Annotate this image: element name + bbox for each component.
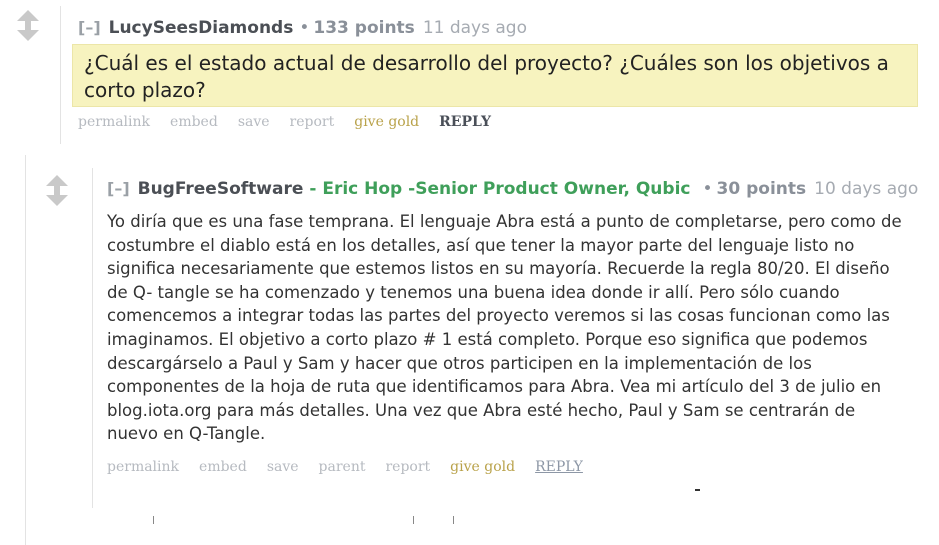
score: 133 points — [313, 18, 415, 38]
scan-mark — [413, 516, 414, 524]
save-link[interactable]: save — [267, 459, 299, 475]
comment-actions: permalink embed save report give gold RE… — [78, 114, 511, 130]
vote-stem — [25, 21, 31, 30]
comment-thread: [–] LucySeesDiamonds • 133 points 11 day… — [0, 0, 939, 545]
bullet: • — [299, 18, 310, 38]
comment-tagline: [–] LucySeesDiamonds • 133 points 11 day… — [78, 18, 527, 38]
thread-line — [60, 6, 61, 144]
comment-body: Yo diría que es una fase temprana. El le… — [107, 212, 902, 444]
vote-stem — [54, 186, 60, 195]
vote-arrows — [42, 175, 72, 206]
give-gold-link[interactable]: give gold — [450, 459, 515, 475]
permalink-link[interactable]: permalink — [78, 114, 150, 130]
downvote-icon[interactable] — [17, 30, 39, 41]
scan-mark — [695, 489, 700, 491]
comment-body: ¿Cuál es el estado actual de desarrollo … — [84, 51, 889, 102]
thread-line-nested — [25, 155, 26, 545]
reply-link[interactable]: REPLY — [535, 459, 583, 475]
timestamp: 11 days ago — [422, 18, 527, 38]
comment-tagline: [–] BugFreeSoftware - Eric Hop -Senior P… — [107, 179, 918, 199]
downvote-icon[interactable] — [46, 195, 68, 206]
report-link[interactable]: report — [290, 114, 335, 130]
reply-link[interactable]: REPLY — [439, 114, 491, 130]
vote-arrows — [13, 10, 43, 41]
timestamp: 10 days ago — [814, 179, 919, 199]
bullet: • — [702, 179, 713, 199]
upvote-icon[interactable] — [17, 10, 39, 21]
save-link[interactable]: save — [238, 114, 270, 130]
thread-line-child — [92, 168, 93, 508]
embed-link[interactable]: embed — [170, 114, 218, 130]
scan-mark — [153, 516, 154, 524]
collapse-toggle[interactable]: [–] — [107, 179, 130, 198]
score: 30 points — [716, 179, 807, 199]
upvote-icon[interactable] — [46, 175, 68, 186]
embed-link[interactable]: embed — [199, 459, 247, 475]
report-link[interactable]: report — [385, 459, 430, 475]
permalink-link[interactable]: permalink — [107, 459, 179, 475]
comment-actions: permalink embed save parent report give … — [107, 459, 603, 475]
user-flair: - Eric Hop -Senior Product Owner, Qubic — [309, 179, 691, 199]
parent-link[interactable]: parent — [319, 459, 366, 475]
collapse-toggle[interactable]: [–] — [78, 18, 101, 37]
author-link[interactable]: BugFreeSoftware — [138, 179, 304, 199]
give-gold-link[interactable]: give gold — [354, 114, 419, 130]
author-link[interactable]: LucySeesDiamonds — [109, 18, 294, 38]
scan-mark — [453, 516, 454, 524]
